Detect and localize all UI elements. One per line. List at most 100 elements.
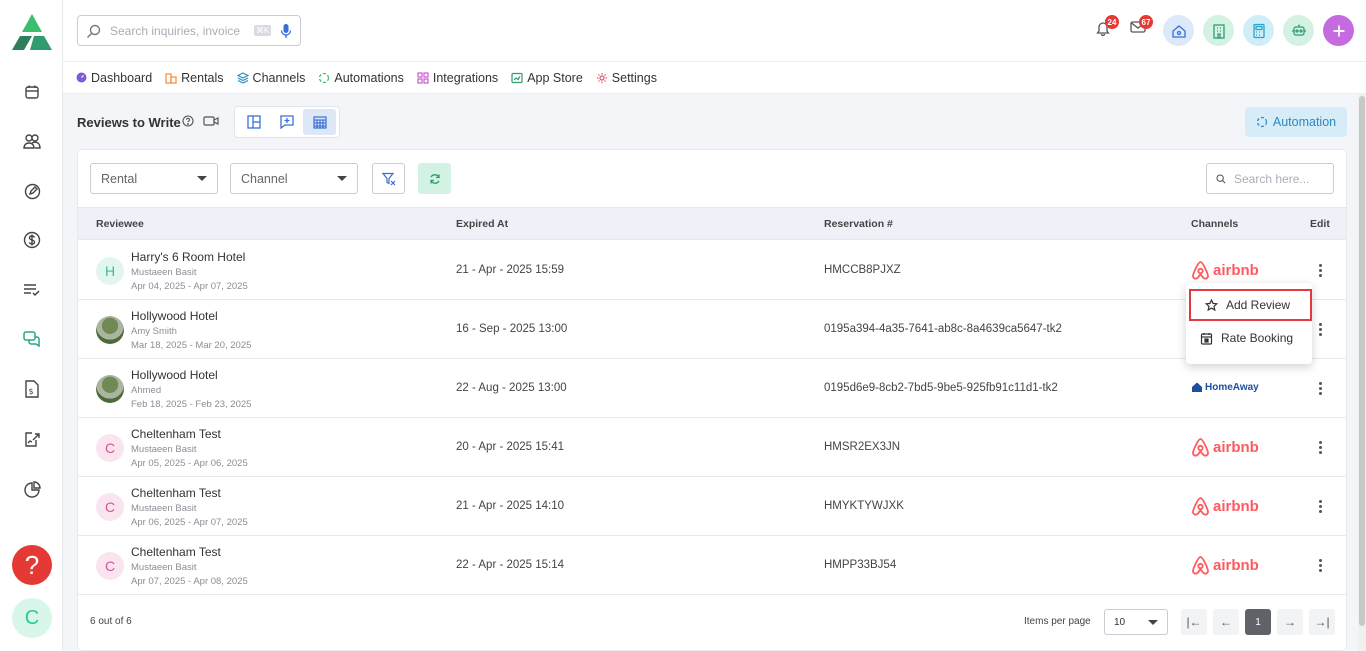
table-row[interactable]: Hollywood Hotel Amy Smith Mar 18, 2025 -… <box>78 300 1346 359</box>
page-scrollbar-thumb[interactable] <box>1359 96 1365 626</box>
row-actions-menu-button[interactable] <box>1312 556 1328 574</box>
invoice-icon[interactable]: $ <box>20 377 44 401</box>
property-name: Harry's 6 Room Hotel <box>131 250 246 264</box>
airbnb-logo: airbnb <box>1191 437 1259 457</box>
add-message-icon <box>279 115 294 129</box>
report-icon[interactable] <box>20 427 44 451</box>
page-number-button[interactable]: 1 <box>1245 609 1271 635</box>
expired-at: 22 - Apr - 2025 15:14 <box>456 559 565 571</box>
prev-page-button[interactable]: ← <box>1213 609 1239 635</box>
layout-icon <box>246 115 261 129</box>
rental-filter-select[interactable]: Rental <box>90 163 218 194</box>
app-logo[interactable] <box>10 12 54 52</box>
nav-rentals[interactable]: Rentals <box>165 71 224 85</box>
expired-at: 22 - Aug - 2025 13:00 <box>456 382 567 394</box>
messages-badge: 67 <box>1139 15 1153 29</box>
table-search[interactable] <box>1206 163 1334 194</box>
automation-button[interactable]: Automation <box>1245 107 1347 137</box>
airbnb-icon <box>1192 261 1209 280</box>
calendar-icon[interactable] <box>20 80 44 104</box>
row-actions-menu-button[interactable] <box>1312 320 1328 338</box>
header-reservation: Reservation # <box>824 218 893 230</box>
row-actions-menu-button[interactable] <box>1312 497 1328 515</box>
nav-dashboard[interactable]: Dashboard <box>76 71 152 85</box>
row-actions-menu-button[interactable] <box>1312 438 1328 456</box>
first-page-button[interactable]: |← <box>1181 609 1207 635</box>
airbnb-wordmark: airbnb <box>1213 497 1259 515</box>
messages-button[interactable]: 67 <box>1130 15 1153 39</box>
calendar-view-button[interactable] <box>303 109 336 135</box>
avatar: C <box>96 493 124 521</box>
refresh-button[interactable] <box>418 163 451 194</box>
row-actions-menu-button[interactable] <box>1312 261 1328 279</box>
building-button[interactable] <box>1203 15 1234 46</box>
notifications-button[interactable]: 24 <box>1096 15 1119 41</box>
analytics-pie-icon[interactable] <box>20 477 44 501</box>
global-search-input[interactable] <box>110 23 260 38</box>
homeaway-wordmark: HomeAway <box>1205 381 1259 393</box>
search-icon <box>1216 173 1226 184</box>
items-per-page-select[interactable]: 10 <box>1104 609 1168 635</box>
help-button[interactable]: ? <box>12 545 52 585</box>
channel-filter-select[interactable]: Channel <box>230 163 358 194</box>
calculator-icon <box>1252 23 1265 38</box>
avatar: C <box>96 434 124 462</box>
nav-settings[interactable]: Settings <box>596 71 657 85</box>
user-initial: C <box>24 606 40 629</box>
reviews-icon[interactable] <box>20 327 44 351</box>
last-page-button[interactable]: →| <box>1309 609 1335 635</box>
table-row[interactable]: C Cheltenham Test Mustaeen Basit Apr 05,… <box>78 418 1346 477</box>
automation-icon <box>1256 116 1268 128</box>
chevron-down-icon <box>337 176 347 181</box>
guest-name: Ahmed <box>131 385 162 396</box>
table-row[interactable]: C Cheltenham Test Mustaeen Basit Apr 06,… <box>78 477 1346 536</box>
app-store-icon <box>511 72 523 84</box>
add-new-button[interactable] <box>1323 15 1354 46</box>
results-count: 6 out of 6 <box>90 616 132 627</box>
refresh-icon <box>429 173 440 184</box>
table-header: Reviewee Expired At Reservation # Channe… <box>78 207 1346 240</box>
nav-integrations[interactable]: Integrations <box>417 71 498 85</box>
rate-booking-menu-item[interactable]: Rate Booking <box>1186 322 1312 354</box>
channels-icon <box>236 71 249 84</box>
microphone-icon[interactable] <box>280 23 292 39</box>
dollar-icon[interactable] <box>20 228 44 252</box>
calendar-grid-icon <box>312 116 327 129</box>
add-review-menu-item[interactable]: Add Review <box>1189 289 1312 321</box>
notifications-badge: 24 <box>1105 15 1119 29</box>
table-search-input[interactable] <box>1234 171 1324 186</box>
next-page-button[interactable]: → <box>1277 609 1303 635</box>
svg-text:$: $ <box>29 387 34 396</box>
nav-channels[interactable]: Channels <box>236 71 305 85</box>
chevron-down-icon <box>1148 619 1158 625</box>
chevron-down-icon <box>197 176 207 181</box>
edit-circle-icon[interactable] <box>20 179 44 203</box>
calculator-button[interactable] <box>1243 15 1274 46</box>
rate-booking-label: Rate Booking <box>1221 331 1294 345</box>
homeaway-icon <box>1192 382 1202 392</box>
tasks-icon[interactable] <box>20 278 44 302</box>
header-expired-at: Expired At <box>456 218 509 230</box>
items-per-page-label: Items per page <box>1024 616 1091 627</box>
nav-app-store[interactable]: App Store <box>511 71 583 85</box>
reservation-number: HMYKTYWJXK <box>824 500 904 512</box>
table-row[interactable]: Hollywood Hotel Ahmed Feb 18, 2025 - Feb… <box>78 359 1346 418</box>
robot-button[interactable] <box>1283 15 1314 46</box>
guests-icon[interactable] <box>20 129 44 153</box>
reservation-number: 0195d6e9-8cb2-7bd5-9be5-925fb91c11d1-tk2 <box>824 382 1058 394</box>
airbnb-wordmark: airbnb <box>1213 438 1259 456</box>
table-row[interactable]: C Cheltenham Test Mustaeen Basit Apr 07,… <box>78 536 1346 595</box>
table-row[interactable]: H Harry's 6 Room Hotel Mustaeen Basit Ap… <box>78 241 1346 300</box>
stay-dates: Mar 18, 2025 - Mar 20, 2025 <box>131 340 252 351</box>
help-circle-icon[interactable] <box>182 115 194 127</box>
video-icon[interactable] <box>203 115 219 127</box>
global-search[interactable]: ⌘K <box>77 15 301 46</box>
board-view-button[interactable] <box>237 109 270 135</box>
row-actions-menu-button[interactable] <box>1312 379 1328 397</box>
add-view-button[interactable] <box>270 109 303 135</box>
nav-automations[interactable]: Automations <box>318 71 404 85</box>
user-avatar[interactable]: C <box>12 598 52 638</box>
row-actions-dropdown: Add Review Rate Booking <box>1186 283 1312 364</box>
smart-home-button[interactable] <box>1163 15 1194 46</box>
clear-filter-button[interactable] <box>372 163 405 194</box>
